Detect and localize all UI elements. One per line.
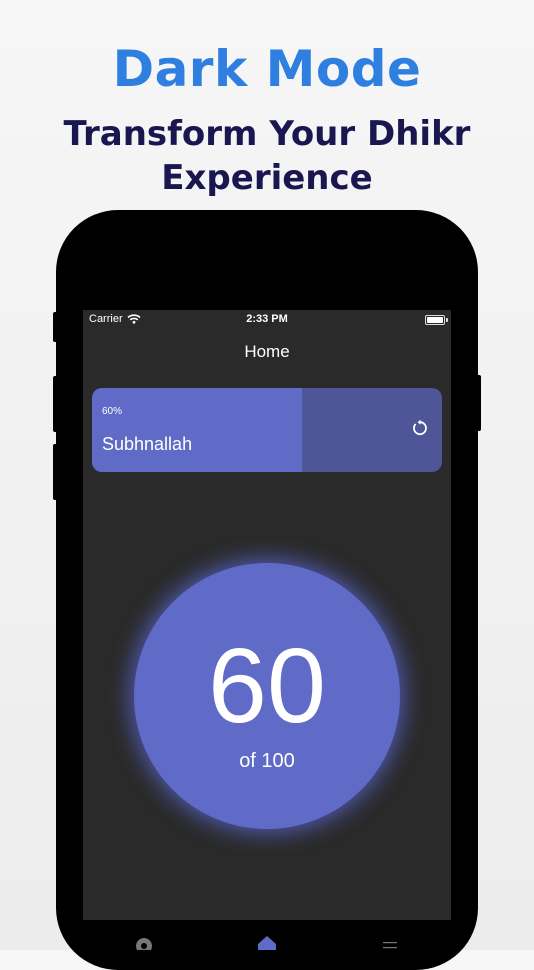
app-screen: Carrier 2:33 PM Home 60% Subhnallah 60 o… <box>83 310 451 920</box>
status-bar: Carrier 2:33 PM <box>83 310 451 330</box>
phone-volume-down <box>53 444 59 500</box>
counter-value: 60 <box>208 627 326 745</box>
list-icon[interactable] <box>382 940 398 950</box>
status-time: 2:33 PM <box>246 313 288 325</box>
gear-icon[interactable] <box>134 934 154 950</box>
dhikr-name: Subhnallah <box>102 434 193 454</box>
reset-button[interactable] <box>408 416 432 440</box>
dhikr-progress-card[interactable]: 60% Subhnallah <box>92 388 442 472</box>
counter-target: of 100 <box>239 750 295 772</box>
page-title: Home <box>244 342 290 361</box>
phone-mute-switch <box>53 312 59 342</box>
home-icon[interactable] <box>257 935 277 950</box>
battery-icon <box>425 315 445 325</box>
promo-title: Dark Mode <box>112 40 422 98</box>
reset-icon <box>413 419 427 436</box>
phone-volume-up <box>53 376 59 432</box>
counter-button[interactable]: 60 of 100 <box>134 563 400 829</box>
progress-fill <box>92 388 302 472</box>
phone-power-button <box>475 375 481 431</box>
promo-subtitle: Transform Your Dhikr Experience <box>63 114 471 198</box>
progress-percent: 60% <box>102 406 123 417</box>
